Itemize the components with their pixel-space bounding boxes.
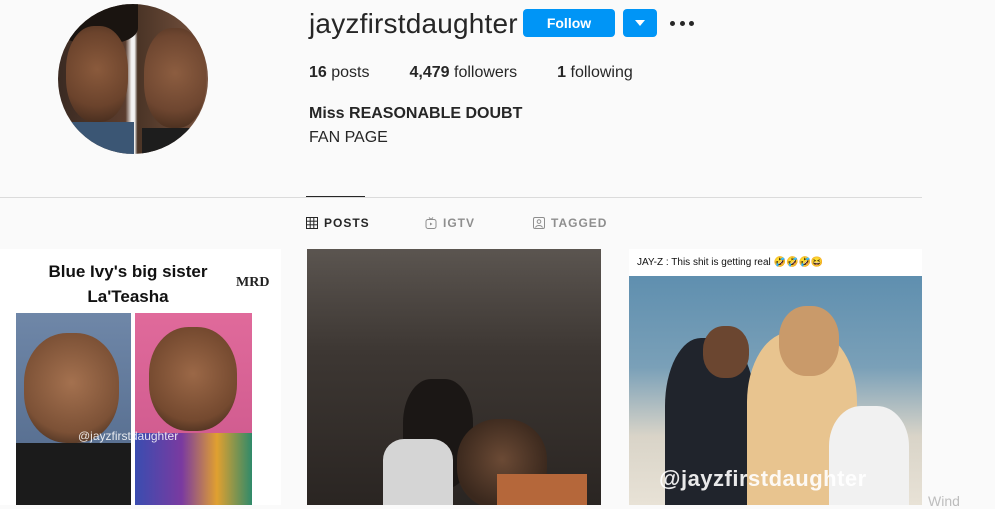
following-stat[interactable]: 1 following [557,64,633,82]
posts-stat: 16 posts [309,64,370,81]
post-1-photo-left [16,313,131,505]
post-1-watermark: @jayzfirstdaughter [78,429,179,443]
profile-username: jayzfirstdaughter [309,8,518,39]
tab-igtv-label: IGTV [443,216,476,230]
igtv-icon [425,217,437,229]
profile-stats: 16 posts 4,479 followers 1 following [309,64,673,82]
tabs-divider [0,197,922,198]
dot-icon [689,20,694,26]
tab-tagged-label: TAGGED [551,216,608,230]
chevron-down-icon [635,20,645,26]
profile-bio: FAN PAGE [309,129,388,146]
post-3-photo: @jayzfirstdaughter [629,276,922,505]
tab-tagged[interactable]: TAGGED [533,216,607,230]
active-tab-indicator [306,196,365,197]
tab-posts-label: POSTS [324,216,370,230]
windows-activation-watermark: Wind [928,493,960,509]
profile-full-name: Miss REASONABLE DOUBT [309,105,523,122]
post-thumbnail-3[interactable]: JAY-Z : This shit is getting real 🤣🤣🤣😆 @… [629,249,922,505]
followers-stat[interactable]: 4,479 followers [410,64,518,82]
suggestions-dropdown-button[interactable] [623,9,657,37]
post-3-caption: JAY-Z : This shit is getting real 🤣🤣🤣😆 [637,257,824,268]
post-thumbnail-1[interactable]: Blue Ivy's big sister La'Teasha MRD @jay… [0,249,281,505]
post-1-brand-logo: MRD [236,275,270,290]
dot-icon [670,20,675,26]
post-3-watermark: @jayzfirstdaughter [659,466,867,491]
tab-posts[interactable]: POSTS [306,216,370,230]
post-1-photo-right [135,313,252,505]
more-options-button[interactable] [670,14,694,32]
grid-icon [306,217,318,229]
tab-igtv[interactable]: IGTV [425,216,475,230]
tagged-icon [533,217,545,229]
post-thumbnail-2[interactable] [307,249,601,505]
profile-avatar[interactable] [58,4,208,154]
dot-icon [679,20,685,26]
post-1-title: Blue Ivy's big sister La'Teasha [48,262,208,306]
follow-button[interactable]: Follow [523,9,615,37]
